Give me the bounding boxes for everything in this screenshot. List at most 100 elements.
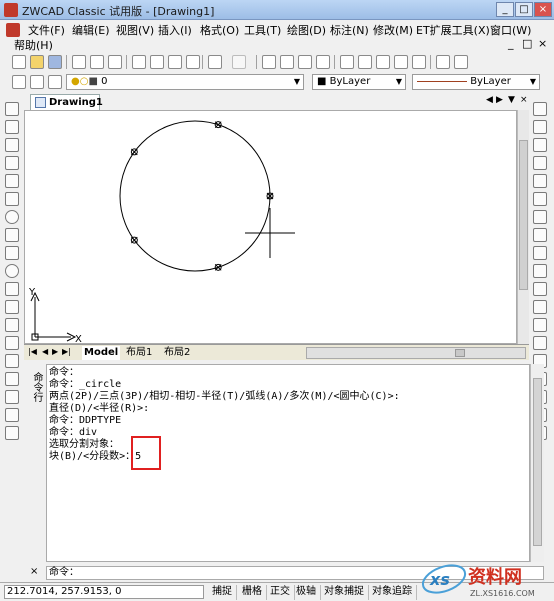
mdi-restore-button[interactable]: □: [522, 37, 532, 50]
first-layout-button[interactable]: |◀: [28, 347, 37, 356]
line-icon[interactable]: [5, 102, 19, 116]
polygon-icon[interactable]: [5, 156, 19, 170]
linetype-combo[interactable]: ByLayer ▼: [412, 74, 540, 90]
scrollbar-thumb[interactable]: [533, 378, 542, 546]
menu-tools[interactable]: 工具(T): [244, 22, 281, 38]
circle-entity[interactable]: [119, 120, 271, 272]
tab-layout1[interactable]: 布局1: [124, 346, 154, 360]
tab-list-button[interactable]: ▼: [508, 95, 515, 105]
markup-icon[interactable]: [412, 55, 426, 69]
layer-state-icon[interactable]: [30, 75, 44, 89]
mirror-icon[interactable]: [533, 138, 547, 152]
cloud-icon[interactable]: [5, 228, 19, 242]
prev-layout-button[interactable]: ◀: [42, 347, 48, 356]
undo-icon[interactable]: [208, 55, 222, 69]
move-icon[interactable]: [533, 192, 547, 206]
maximize-button[interactable]: □: [515, 2, 533, 17]
table-icon[interactable]: [5, 408, 19, 422]
last-layout-button[interactable]: ▶|: [62, 347, 71, 356]
lengthen-icon[interactable]: [533, 264, 547, 278]
next-layout-button[interactable]: ▶: [52, 347, 58, 356]
grid-toggle[interactable]: 栅格: [238, 585, 267, 600]
design-center-icon[interactable]: [358, 55, 372, 69]
break-icon[interactable]: [533, 318, 547, 332]
construction-line-icon[interactable]: [5, 138, 19, 152]
menu-insert[interactable]: 插入(I): [158, 22, 192, 38]
snap-toggle[interactable]: 捕捉: [208, 585, 237, 600]
make-block-icon[interactable]: [5, 318, 19, 332]
layer-manager-icon[interactable]: [12, 75, 26, 89]
print-preview-icon[interactable]: [90, 55, 104, 69]
hatch-icon[interactable]: [5, 354, 19, 368]
canvas-vertical-scrollbar[interactable]: [517, 110, 529, 344]
layer-combo[interactable]: ●○■ 0 ▼: [66, 74, 304, 90]
region-icon[interactable]: [5, 372, 19, 386]
menu-help[interactable]: 帮助(H): [14, 37, 53, 53]
help-icon[interactable]: [454, 55, 468, 69]
tool-palettes-icon[interactable]: [376, 55, 390, 69]
circle-icon[interactable]: [5, 210, 19, 224]
rotate-icon[interactable]: [533, 210, 547, 224]
close-button[interactable]: ×: [534, 2, 552, 17]
paste-icon[interactable]: [168, 55, 182, 69]
document-tab[interactable]: Drawing1: [30, 94, 103, 110]
copy-icon[interactable]: [150, 55, 164, 69]
trim-icon[interactable]: [533, 282, 547, 296]
layer-previous-icon[interactable]: [48, 75, 62, 89]
zoom-window-icon[interactable]: [298, 55, 312, 69]
polar-toggle[interactable]: 极轴: [292, 585, 321, 600]
menu-window[interactable]: 窗口(W): [490, 22, 531, 38]
color-combo[interactable]: ■ ByLayer ▼: [312, 74, 406, 90]
ray-icon[interactable]: [5, 120, 19, 134]
publish-icon[interactable]: [108, 55, 122, 69]
ortho-toggle[interactable]: 正交: [266, 585, 295, 600]
object-tracking-toggle[interactable]: 对象追踪: [368, 585, 417, 600]
copy-object-icon[interactable]: [533, 120, 547, 134]
scrollbar-thumb[interactable]: [455, 349, 465, 357]
cut-icon[interactable]: [132, 55, 146, 69]
tab-next-button[interactable]: ▶: [496, 95, 503, 105]
command-scrollbar[interactable]: [530, 364, 544, 562]
zoom-previous-icon[interactable]: [316, 55, 330, 69]
menu-file[interactable]: 文件(F): [28, 22, 65, 38]
ellipse-icon[interactable]: [5, 264, 19, 278]
mtext-icon[interactable]: [5, 426, 19, 440]
menu-modify[interactable]: 修改(M): [373, 22, 413, 38]
print-icon[interactable]: [72, 55, 86, 69]
sheet-set-icon[interactable]: [394, 55, 408, 69]
object-snap-toggle[interactable]: 对象捕捉: [320, 585, 369, 600]
tab-layout2[interactable]: 布局2: [162, 346, 192, 360]
open-icon[interactable]: [30, 55, 44, 69]
ellipse-arc-icon[interactable]: [5, 282, 19, 296]
point-icon[interactable]: [5, 336, 19, 350]
scale-icon[interactable]: [533, 228, 547, 242]
calculator-icon[interactable]: [436, 55, 450, 69]
rectangle-icon[interactable]: [5, 174, 19, 188]
arc-icon[interactable]: [5, 192, 19, 206]
stretch-icon[interactable]: [533, 246, 547, 260]
redo-icon[interactable]: [232, 55, 246, 69]
menu-draw[interactable]: 绘图(D): [287, 22, 326, 38]
tab-prev-button[interactable]: ◀: [486, 95, 493, 105]
insert-block-icon[interactable]: [5, 300, 19, 314]
offset-icon[interactable]: [533, 156, 547, 170]
mdi-close-button[interactable]: ×: [538, 37, 547, 50]
menu-edit[interactable]: 编辑(E): [72, 22, 110, 38]
spline-icon[interactable]: [5, 246, 19, 260]
save-icon[interactable]: [48, 55, 62, 69]
menu-view[interactable]: 视图(V): [116, 22, 154, 38]
new-icon[interactable]: [12, 55, 26, 69]
menu-et-tools[interactable]: ET扩展工具(X): [416, 22, 490, 38]
boundary-icon[interactable]: [5, 390, 19, 404]
mdi-minimize-button[interactable]: _: [508, 37, 514, 50]
command-close-button[interactable]: ×: [30, 566, 38, 577]
tab-close-button[interactable]: ×: [520, 95, 528, 105]
extend-icon[interactable]: [533, 300, 547, 314]
pan-icon[interactable]: [262, 55, 276, 69]
scrollbar-thumb[interactable]: [519, 140, 528, 290]
properties-icon[interactable]: [340, 55, 354, 69]
canvas-horizontal-scrollbar[interactable]: [306, 347, 526, 359]
array-icon[interactable]: [533, 174, 547, 188]
erase-icon[interactable]: [533, 102, 547, 116]
menu-format[interactable]: 格式(O): [200, 22, 239, 38]
